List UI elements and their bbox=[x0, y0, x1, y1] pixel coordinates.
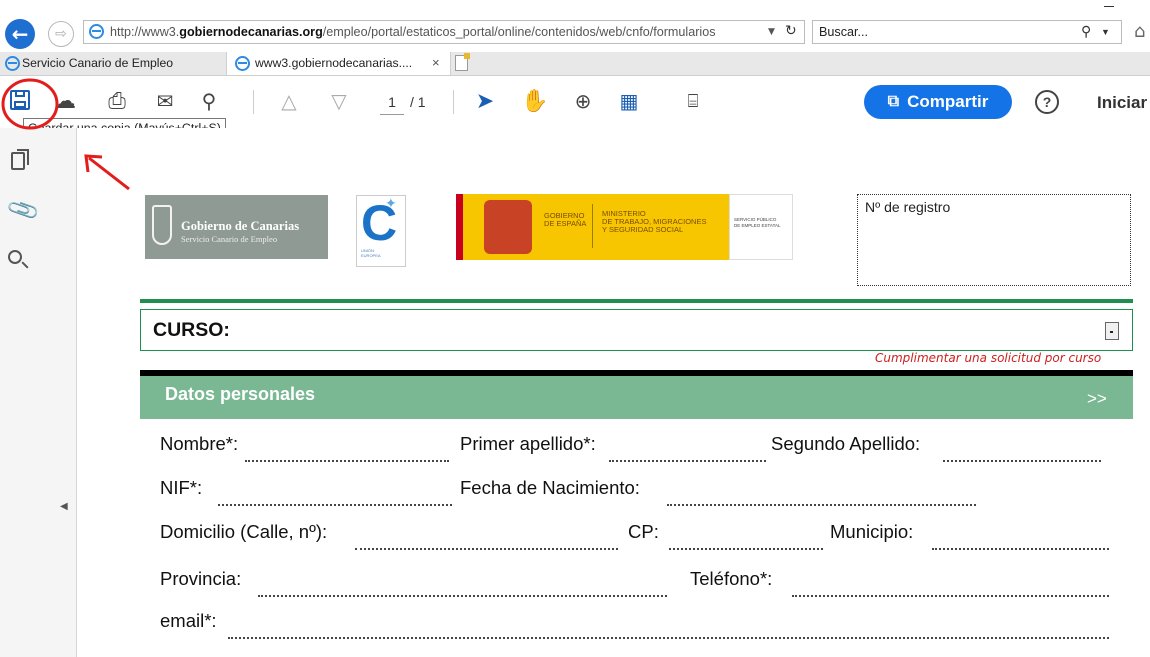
annotation-arrow-shaft bbox=[88, 156, 130, 191]
annotation-arrow-head bbox=[84, 154, 103, 173]
annotation-circle bbox=[1, 78, 59, 130]
annotation-overlay bbox=[1, 78, 130, 191]
